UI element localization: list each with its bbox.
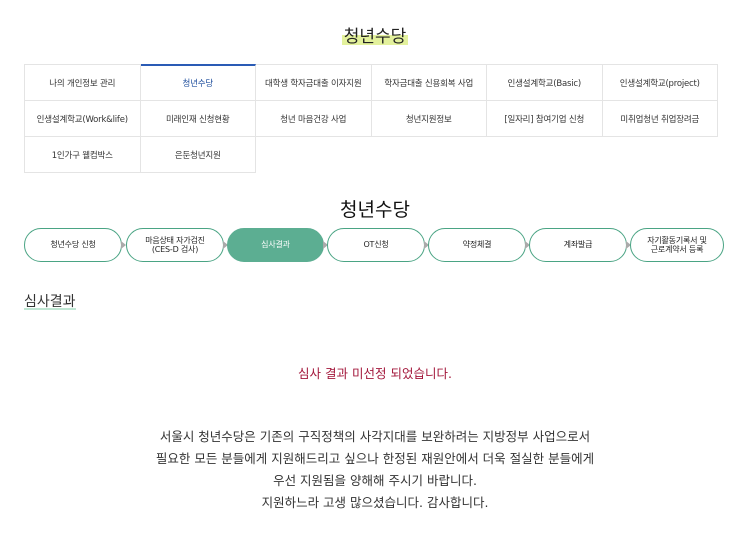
menu-item-life-design-basic[interactable]: 인생설계학교(Basic) bbox=[487, 65, 603, 101]
page-title: 청년수당 bbox=[341, 22, 409, 47]
menu-item-support-info[interactable]: 청년지원정보 bbox=[371, 101, 487, 137]
step-label: 청년수당 신청 bbox=[50, 240, 96, 250]
menu-item-student-loan-interest[interactable]: 대학생 학자금대출 이자지원 bbox=[256, 65, 372, 101]
result-message: 심사 결과 미선정 되었습니다. bbox=[298, 366, 452, 381]
menu-item-mental-health[interactable]: 청년 마음건강 사업 bbox=[256, 101, 372, 137]
step-label: 계좌발급 bbox=[563, 240, 593, 250]
menu-item-youth-allowance[interactable]: 청년수당 bbox=[140, 64, 256, 101]
step-account[interactable]: 계좌발급 bbox=[529, 228, 627, 262]
step-ot-apply[interactable]: OT신청 bbox=[327, 228, 425, 262]
result-description: 서울시 청년수당은 기존의 구직정책의 사각지대를 보완하려는 지방정부 사업으… bbox=[0, 426, 750, 514]
menu-empty-cell bbox=[256, 137, 372, 172]
step-apply[interactable]: 청년수당 신청 bbox=[24, 228, 122, 262]
step-label: 심사결과 bbox=[261, 240, 290, 250]
step-label-sub: (CES-D 검사) bbox=[151, 245, 199, 254]
menu-item-future-talent[interactable]: 미래인재 신청현황 bbox=[140, 101, 256, 137]
description-line: 우선 지원됨을 양해해 주시기 바랍니다. bbox=[273, 473, 477, 488]
menu-empty-cell bbox=[372, 137, 488, 172]
step-self-check[interactable]: 마음상태 자가검진 (CES-D 검사) bbox=[126, 228, 224, 262]
menu-item-company-apply[interactable]: [일자리] 참여기업 신청 bbox=[487, 101, 603, 137]
step-label-sub: 근로계약서 등록 bbox=[650, 245, 704, 254]
step-label: 약정체결 bbox=[462, 240, 492, 250]
menu-item-welcome-box[interactable]: 1인가구 웰컴박스 bbox=[25, 137, 141, 173]
menu-item-employment-incentive[interactable]: 미취업청년 취업장려금 bbox=[602, 101, 718, 137]
section-title: 청년수당 bbox=[340, 199, 410, 221]
step-agreement[interactable]: 약정체결 bbox=[428, 228, 526, 262]
menu-item-my-info[interactable]: 나의 개인정보 관리 bbox=[25, 65, 141, 101]
step-label: 마음상태 자가검진 bbox=[145, 235, 205, 245]
step-activity-record[interactable]: 자기활동기록서 및 근로계약서 등록 bbox=[630, 228, 724, 262]
page-title-wrap: 청년수당 bbox=[0, 22, 750, 47]
program-menu: 나의 개인정보 관리 청년수당 대학생 학자금대출 이자지원 학자금대출 신용회… bbox=[24, 64, 718, 173]
step-label: 자기활동기록서 및 bbox=[647, 235, 707, 245]
menu-item-reclusive-youth[interactable]: 은둔청년지원 bbox=[140, 137, 256, 173]
menu-item-student-loan-credit[interactable]: 학자금대출 신용회복 사업 bbox=[371, 65, 487, 101]
step-label: OT신청 bbox=[363, 240, 389, 250]
heading-underline bbox=[24, 308, 76, 310]
menu-empty-cell bbox=[487, 137, 603, 172]
process-steps: 청년수당 신청 마음상태 자가검진 (CES-D 검사) 심사결과 OT신청 약… bbox=[24, 228, 724, 264]
menu-empty-cell bbox=[603, 137, 719, 172]
description-line: 지원하느라 고생 많으셨습니다. 감사합니다. bbox=[261, 495, 489, 510]
description-line: 서울시 청년수당은 기존의 구직정책의 사각지대를 보완하려는 지방정부 사업으… bbox=[159, 429, 591, 444]
menu-item-life-design-worklife[interactable]: 인생설계학교(Work&life) bbox=[25, 101, 141, 137]
menu-item-life-design-project[interactable]: 인생설계학교(project) bbox=[602, 65, 718, 101]
step-review-result[interactable]: 심사결과 bbox=[227, 228, 324, 262]
description-line: 필요한 모든 분들에게 지원해드리고 싶으나 한정된 재원안에서 더욱 절실한 … bbox=[155, 451, 595, 466]
